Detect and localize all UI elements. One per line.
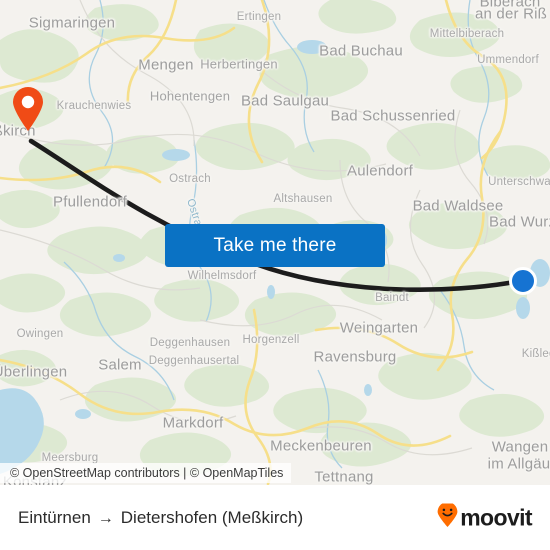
moovit-pin-smiley-icon (437, 501, 458, 532)
take-me-there-button[interactable]: Take me there (165, 224, 385, 267)
moovit-trip-map-page: Sigmaringen Mengen Ertingen Herbertingen Hoh… (0, 0, 550, 550)
route-title: Eintürnen → Dietershofen (Meßkirch) (18, 508, 303, 528)
route-destination-label: Dietershofen (Meßkirch) (120, 507, 304, 527)
map-canvas[interactable]: Sigmaringen Mengen Ertingen Herbertingen Hoh… (0, 0, 550, 485)
route-origin-label: Eintürnen (18, 507, 91, 527)
moovit-wordmark: moovit (460, 504, 532, 530)
footer-bar: Eintürnen → Dietershofen (Meßkirch) moovit (0, 485, 550, 550)
origin-pin-marker[interactable] (11, 87, 45, 137)
map-pin-icon (13, 87, 43, 131)
destination-dot-marker[interactable] (509, 267, 537, 295)
arrow-right-icon: → (97, 509, 114, 527)
map-attribution[interactable]: © OpenStreetMap contributors | © OpenMap… (0, 463, 292, 483)
moovit-logo[interactable]: moovit (437, 501, 533, 532)
